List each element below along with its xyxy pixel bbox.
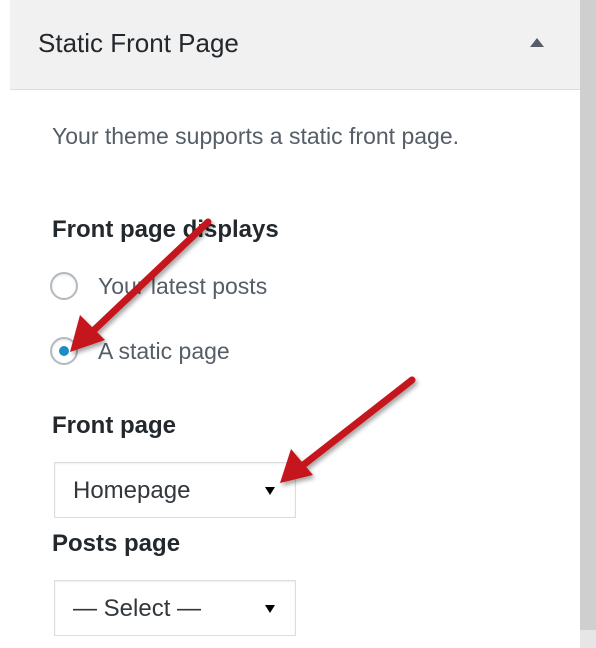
front-page-select[interactable]: Homepage xyxy=(54,462,296,518)
scrollbar-thumb[interactable] xyxy=(580,0,596,630)
radio-option-static-page[interactable]: A static page xyxy=(50,334,230,368)
front-page-label: Front page xyxy=(52,412,176,439)
static-front-page-section-header[interactable]: Static Front Page xyxy=(10,0,580,90)
radio-latest-posts[interactable] xyxy=(50,272,78,300)
chevron-down-icon xyxy=(265,487,275,495)
posts-page-select[interactable]: — Select — xyxy=(54,580,296,636)
radio-option-latest-posts[interactable]: Your latest posts xyxy=(50,269,267,303)
posts-page-label: Posts page xyxy=(52,530,181,557)
front-page-selected-value: Homepage xyxy=(73,477,191,504)
radio-static-page[interactable] xyxy=(50,337,78,365)
customizer-page: Static Front Page Your theme supports a … xyxy=(0,0,596,648)
section-title: Static Front Page xyxy=(38,28,239,58)
front-page-displays-label: Front page displays xyxy=(52,216,279,243)
posts-page-selected-value: — Select — xyxy=(73,595,202,622)
section-description: Your theme supports a static front page. xyxy=(52,123,460,149)
left-edge xyxy=(0,0,10,648)
triangle-up-icon[interactable] xyxy=(530,38,544,47)
chevron-down-icon xyxy=(265,605,275,613)
radio-label-static-page[interactable]: A static page xyxy=(98,338,230,365)
radio-label-latest-posts[interactable]: Your latest posts xyxy=(98,273,267,300)
